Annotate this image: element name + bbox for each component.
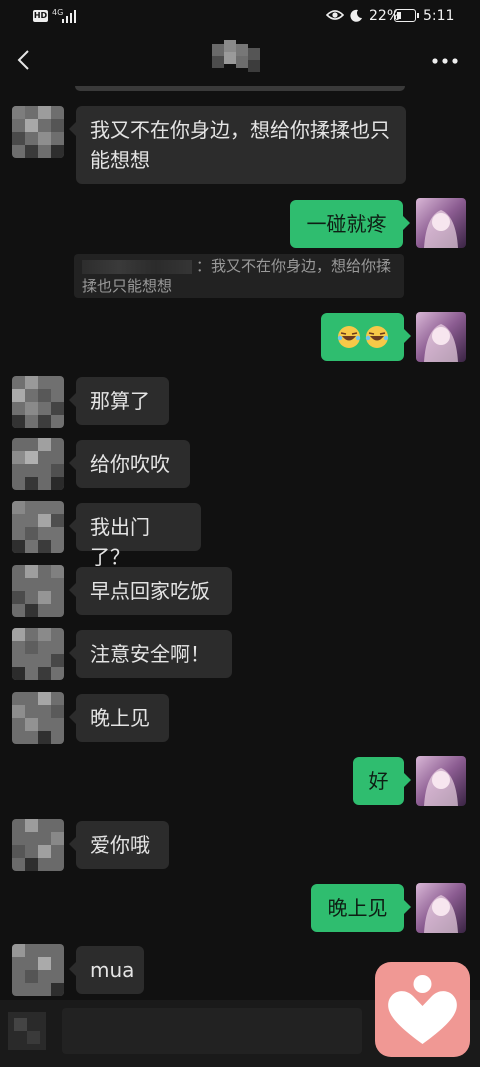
- message-bubble-sent[interactable]: 晚上见: [311, 884, 411, 932]
- my-avatar[interactable]: [416, 883, 466, 933]
- message-bubble-received[interactable]: 我又不在你身边，想给你揉揉也只能想想: [69, 106, 406, 184]
- status-bar: HD 4G 22% 5:11: [0, 0, 480, 34]
- message-bubble-received[interactable]: 爱你哦: [69, 821, 169, 869]
- message-bubble-sent-emoji[interactable]: [321, 313, 411, 361]
- quoted-sender-pixelated: [82, 259, 192, 274]
- contact-avatar[interactable]: [12, 692, 64, 744]
- contact-avatar[interactable]: [12, 565, 64, 617]
- more-dots-icon[interactable]: [432, 58, 458, 64]
- laugh-cry-emoji: [337, 326, 360, 348]
- eye-icon: [326, 10, 344, 20]
- hd-badge: HD: [33, 10, 48, 22]
- message-input[interactable]: [62, 1008, 362, 1054]
- contact-avatar[interactable]: [12, 438, 64, 490]
- clock: 5:11: [423, 8, 455, 24]
- message-bubble-received[interactable]: 晚上见: [69, 694, 169, 742]
- message-bubble-received[interactable]: 那算了: [69, 377, 169, 425]
- quoted-message[interactable]: ：我又不在你身边，想给你揉揉也只能想想: [74, 254, 404, 298]
- my-avatar[interactable]: [416, 312, 466, 362]
- heart-person-icon[interactable]: [375, 962, 470, 1057]
- message-bubble-received[interactable]: 给你吹吹: [69, 440, 190, 488]
- laugh-cry-emoji: [365, 326, 388, 348]
- message-bubble-received[interactable]: 注意安全啊！: [69, 630, 232, 678]
- message-bubble-received[interactable]: 我出门了？: [69, 503, 201, 569]
- contact-avatar[interactable]: [12, 106, 64, 158]
- contact-name-pixelated: [212, 40, 260, 72]
- contact-avatar[interactable]: [12, 376, 64, 428]
- message-bubble-sent[interactable]: 一碰就疼: [290, 200, 410, 248]
- contact-avatar[interactable]: [12, 944, 64, 996]
- message-bubble-sent[interactable]: 好: [353, 757, 411, 805]
- voice-button-pixelated[interactable]: [8, 1012, 46, 1050]
- moon-icon: [350, 9, 362, 22]
- my-avatar[interactable]: [416, 756, 466, 806]
- contact-avatar[interactable]: [12, 819, 64, 871]
- battery-icon: [394, 9, 419, 22]
- my-avatar[interactable]: [416, 198, 466, 248]
- previous-message-edge: [75, 86, 405, 91]
- chevron-left-icon[interactable]: [14, 48, 34, 72]
- contact-avatar[interactable]: [12, 501, 64, 553]
- signal-icon: [62, 9, 78, 23]
- message-bubble-received[interactable]: mua: [69, 946, 144, 994]
- contact-avatar[interactable]: [12, 628, 64, 680]
- message-bubble-received[interactable]: 早点回家吃饭: [69, 567, 232, 615]
